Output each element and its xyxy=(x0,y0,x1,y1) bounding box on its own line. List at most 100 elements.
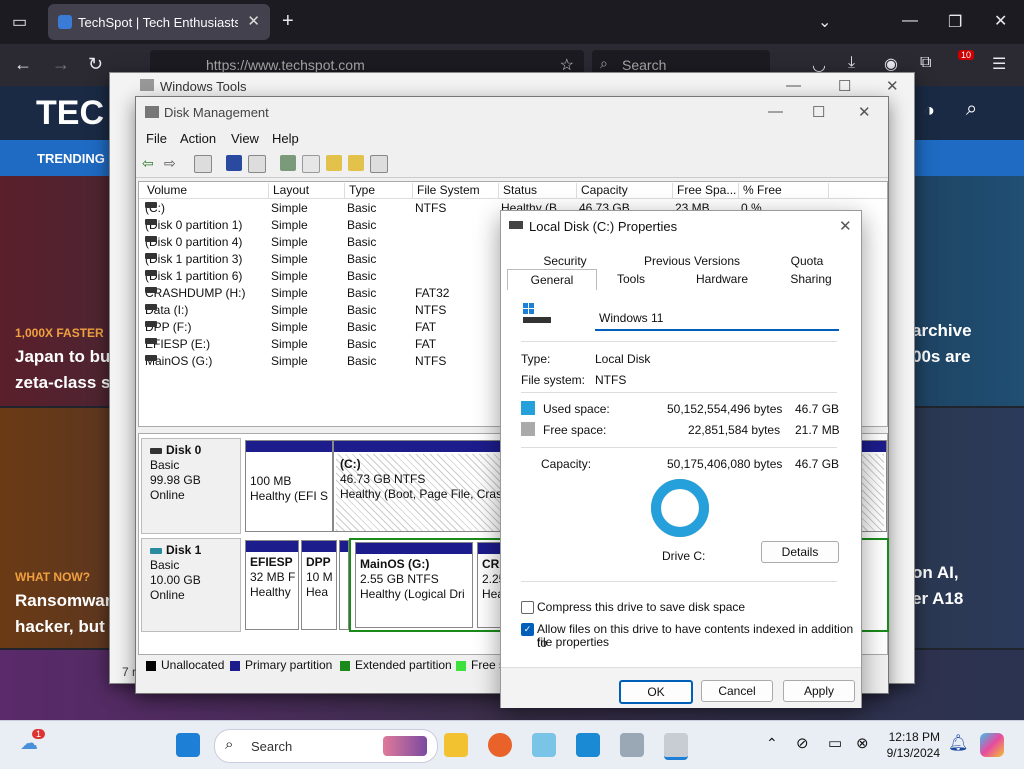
col-layout[interactable]: Layout xyxy=(269,183,345,198)
help-icon[interactable] xyxy=(226,155,242,171)
forward-icon[interactable]: → xyxy=(52,54,70,75)
headline-1a[interactable]: Japan to bu xyxy=(15,344,110,370)
tab-general[interactable]: General xyxy=(507,269,597,290)
new-tab-icon[interactable]: + xyxy=(282,10,294,33)
drive-name-input[interactable]: Windows 11 xyxy=(595,307,839,331)
compress-checkbox[interactable] xyxy=(521,601,534,614)
headline-right-1b[interactable]: 00s are xyxy=(912,344,971,370)
chevron-down-icon[interactable]: ⌄ xyxy=(818,12,831,32)
download-icon[interactable]: ⤓ xyxy=(848,54,855,72)
file-explorer-icon[interactable] xyxy=(444,733,468,757)
menu-icon[interactable]: ☰ xyxy=(992,54,1006,74)
network-icon[interactable]: ⊘ xyxy=(796,734,809,752)
headline-1b[interactable]: zeta-class s xyxy=(15,370,110,396)
rescan-icon[interactable] xyxy=(326,155,342,171)
tab-sharing[interactable]: Sharing xyxy=(783,272,839,286)
headline-right-2a[interactable]: on AI, xyxy=(912,560,959,586)
store-icon[interactable] xyxy=(576,733,600,757)
clock-date[interactable]: 9/13/2024 xyxy=(878,746,940,760)
close-icon[interactable]: ✕ xyxy=(858,103,871,121)
extensions-icon[interactable]: ⧉ xyxy=(920,54,931,72)
minimize-icon[interactable]: — xyxy=(768,103,783,120)
col-volume[interactable]: Volume xyxy=(143,183,269,198)
check-icon[interactable] xyxy=(302,155,320,173)
details-button[interactable]: Details xyxy=(761,541,839,563)
tab-tools[interactable]: Tools xyxy=(603,272,659,286)
notification-bell-icon[interactable]: 🔔︎ xyxy=(948,733,968,753)
taskbar-search[interactable]: ⌕ Search xyxy=(214,729,438,763)
headline-right-1a[interactable]: archive xyxy=(912,318,972,344)
tab-hardware[interactable]: Hardware xyxy=(687,272,757,286)
cancel-button[interactable]: Cancel xyxy=(701,680,773,702)
start-icon[interactable] xyxy=(176,733,200,757)
close-icon[interactable]: ✕ xyxy=(839,217,852,235)
dpp-partition[interactable]: DPP 10 M Hea xyxy=(301,540,337,630)
clock-time[interactable]: 12:18 PM xyxy=(886,730,940,744)
col-percent-free[interactable]: % Free xyxy=(739,183,829,198)
menu-file[interactable]: File xyxy=(146,131,167,146)
disk0-p1-status: Healthy (EFI S xyxy=(250,489,329,503)
col-capacity[interactable]: Capacity xyxy=(577,183,673,198)
list-view-icon[interactable] xyxy=(248,155,266,173)
cell-type: Basic xyxy=(347,354,377,368)
minimize-icon[interactable]: — xyxy=(786,77,801,94)
menu-action[interactable]: Action xyxy=(180,131,216,146)
col-type[interactable]: Type xyxy=(345,183,413,198)
connect-icon[interactable] xyxy=(280,155,296,171)
maximize-icon[interactable]: ☐ xyxy=(812,103,825,121)
capacity-label: Capacity: xyxy=(541,457,592,471)
tab-previous-versions[interactable]: Previous Versions xyxy=(637,254,747,268)
mainos-partition[interactable]: MainOS (G:) 2.55 GB NTFS Healthy (Logica… xyxy=(355,542,473,628)
copilot-icon[interactable] xyxy=(980,733,1004,757)
windows-tools-taskbar-icon[interactable] xyxy=(620,733,644,757)
back-icon[interactable]: ← xyxy=(14,54,32,75)
chevron-up-icon[interactable]: ⌃ xyxy=(766,735,778,752)
efiesp-partition[interactable]: EFIESP 32 MB F Healthy xyxy=(245,540,299,630)
restore-icon[interactable]: ❐ xyxy=(948,12,962,32)
properties-icon[interactable] xyxy=(370,155,388,173)
small-partition[interactable] xyxy=(339,540,349,630)
tab-security[interactable]: Security xyxy=(537,254,593,268)
account-icon[interactable]: ◉ xyxy=(884,54,898,74)
disk0-label[interactable]: Disk 0 Basic 99.98 GB Online xyxy=(141,438,241,534)
show-hide-tree-icon[interactable] xyxy=(194,155,212,173)
cell-volume: MainOS (G:) xyxy=(145,354,212,368)
back-arrow-icon[interactable]: ⇦ xyxy=(142,155,158,171)
maximize-icon[interactable]: ☐ xyxy=(838,77,851,95)
site-logo[interactable]: TEC xyxy=(36,94,104,133)
trending-label[interactable]: TRENDING xyxy=(37,151,105,166)
display-icon[interactable]: ▭ xyxy=(828,734,842,752)
tab-quota[interactable]: Quota xyxy=(779,254,835,268)
close-icon[interactable]: ✕ xyxy=(886,77,899,95)
site-search-icon[interactable]: ⌕ xyxy=(966,98,977,121)
col-status[interactable]: Status xyxy=(499,183,577,198)
col-free-space[interactable]: Free Spa... xyxy=(673,183,739,198)
headline-2b[interactable]: hacker, but c xyxy=(15,614,119,640)
menu-help[interactable]: Help xyxy=(272,131,299,146)
forward-arrow-icon[interactable]: ⇨ xyxy=(164,155,180,171)
disk-management-taskbar-icon[interactable] xyxy=(664,733,688,760)
volume-icon[interactable]: ⊗ xyxy=(856,734,869,752)
col-file-system[interactable]: File System xyxy=(413,183,499,198)
close-window-icon[interactable]: ✕ xyxy=(994,11,1007,31)
tab-list-icon[interactable]: ▭ xyxy=(12,12,27,32)
cell-volume: EFIESP (E:) xyxy=(145,337,210,351)
headline-2a[interactable]: Ransomwar xyxy=(15,588,111,614)
disk0-efi-partition[interactable]: 100 MB Healthy (EFI S xyxy=(245,440,333,532)
headline-right-2b[interactable]: er A18 xyxy=(912,586,963,612)
menu-view[interactable]: View xyxy=(231,131,259,146)
disk1-label[interactable]: Disk 1 Basic 10.00 GB Online xyxy=(141,538,241,632)
close-tab-icon[interactable]: ✕ xyxy=(247,12,260,30)
apply-button[interactable]: Apply xyxy=(783,680,855,702)
dark-mode-icon[interactable]: ◑ xyxy=(924,100,935,121)
minimize-icon[interactable]: — xyxy=(902,12,918,30)
reload-icon[interactable]: ↻ xyxy=(88,54,103,75)
drive-name-value: Windows 11 xyxy=(599,311,664,325)
capacity-bytes: 50,175,406,080 bytes xyxy=(667,457,783,471)
control-panel-icon[interactable] xyxy=(532,733,556,757)
browser-tab[interactable]: TechSpot | Tech Enthusiasts, Po ✕ xyxy=(48,4,270,40)
ok-button[interactable]: OK xyxy=(619,680,693,704)
firefox-icon[interactable] xyxy=(488,733,512,757)
index-checkbox[interactable]: ✓ xyxy=(521,623,534,636)
search-folder-icon[interactable] xyxy=(348,155,364,171)
